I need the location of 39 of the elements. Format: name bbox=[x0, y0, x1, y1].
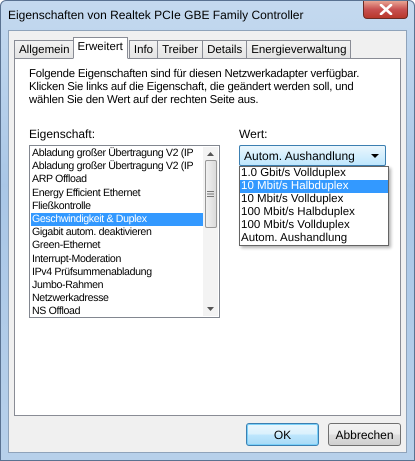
property-list[interactable] bbox=[29, 145, 220, 318]
list-item[interactable]: Abladung großer Übertragung V2 (IP bbox=[31, 147, 204, 160]
tab[interactable]: Info bbox=[128, 40, 158, 58]
grip-icon bbox=[207, 191, 214, 197]
dropdown-option[interactable]: 100 Mbit/s Vollduplex bbox=[240, 219, 388, 232]
list-item[interactable]: Green-Ethernet bbox=[31, 239, 204, 252]
value-dropdown[interactable]: Autom. Aushandlung bbox=[239, 145, 386, 166]
scroll-up-icon[interactable] bbox=[207, 152, 214, 156]
scrollbar[interactable] bbox=[203, 147, 218, 316]
dropdown-option[interactable]: Autom. Aushandlung bbox=[240, 232, 388, 245]
tab[interactable]: Treiber bbox=[157, 40, 204, 58]
close-button[interactable] bbox=[363, 1, 408, 19]
dropdown-option[interactable]: 10 Mbit/s Vollduplex bbox=[240, 193, 388, 206]
list-item[interactable]: Gigabit autom. deaktivieren bbox=[31, 226, 204, 240]
list-item[interactable]: IPv4 Prüfsummenabladung bbox=[31, 266, 204, 279]
list-item[interactable]: Energy Efficient Ethernet bbox=[31, 186, 204, 200]
tab[interactable]: Allgemein bbox=[14, 40, 74, 58]
tab[interactable]: Erweitert bbox=[72, 37, 128, 59]
list-item[interactable]: Fließkontrolle bbox=[31, 200, 204, 213]
list-item[interactable]: NS Offload bbox=[31, 305, 204, 316]
tab[interactable]: Energieverwaltung bbox=[246, 40, 352, 58]
list-item[interactable]: Netzwerkadresse bbox=[31, 292, 204, 306]
close-icon bbox=[378, 4, 392, 15]
dropdown-arrow-icon bbox=[371, 154, 379, 158]
list-item[interactable]: Abladung großer Übertragung V2 (IP bbox=[31, 160, 204, 174]
property-label: Eigenschaft: bbox=[29, 127, 96, 140]
scroll-down-icon[interactable] bbox=[207, 307, 214, 311]
dropdown-option[interactable]: 100 Mbit/s Halbduplex bbox=[240, 206, 388, 219]
list-item[interactable]: Jumbo-Rahmen bbox=[31, 278, 204, 292]
dialog-button[interactable]: Abbrechen bbox=[328, 423, 401, 446]
scroll-thumb[interactable] bbox=[204, 160, 217, 228]
tab[interactable]: Details bbox=[202, 40, 248, 58]
window-title: Eigenschaften von Realtek PCIe GBE Family Controller bbox=[8, 8, 304, 22]
description-text: Folgende Eigenschaften sind für diesen Netzwerkadapter verfügbar. Klicken Sie links auf die Eigenschaft, die geändert werden soll, und wählen Sie den Wert auf der rechten Seite aus. bbox=[29, 68, 360, 107]
list-item[interactable]: ARP Offload bbox=[31, 173, 204, 187]
value-label: Wert: bbox=[239, 127, 268, 140]
list-item[interactable]: Interrupt-Moderation bbox=[31, 252, 204, 266]
dropdown-option[interactable]: 1.0 Gbit/s Vollduplex bbox=[240, 167, 388, 180]
dialog-button[interactable]: OK bbox=[246, 423, 319, 446]
